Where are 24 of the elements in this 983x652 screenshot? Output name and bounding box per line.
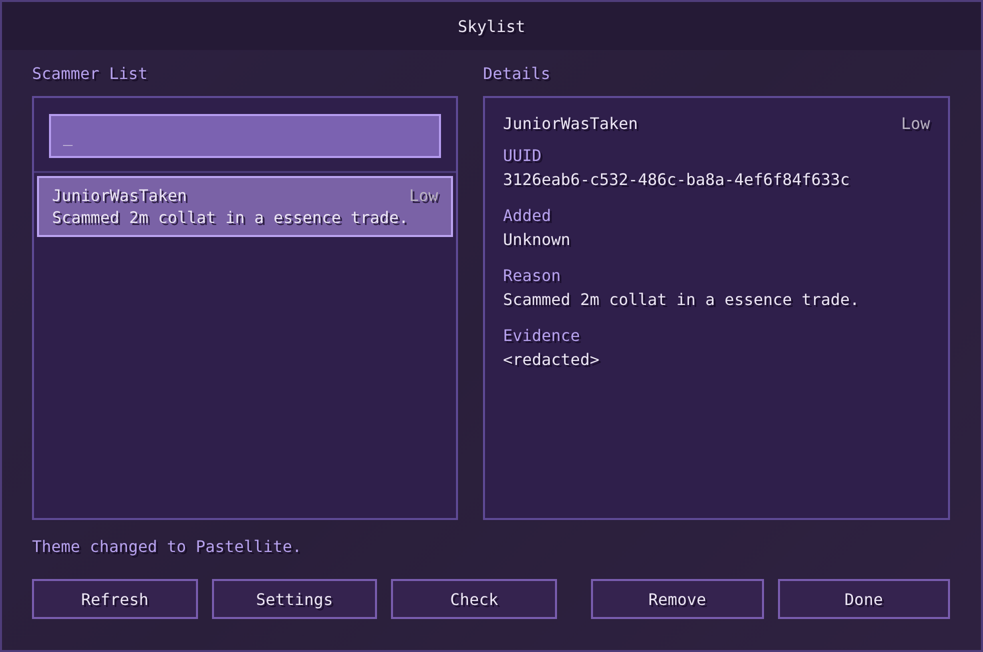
- list-item[interactable]: JuniorWasTaken Low Scammed 2m collat in a essence trade.: [37, 176, 453, 237]
- field-value: Unknown: [503, 229, 572, 251]
- item-name: JuniorWasTaken: [52, 185, 187, 207]
- action-button[interactable]: Done: [778, 579, 950, 619]
- detail-name: JuniorWasTaken: [503, 113, 638, 135]
- action-button[interactable]: Remove: [591, 579, 764, 619]
- field-value: 3126eab6-c532-486c-ba8a-4ef6f84f633c: [503, 169, 851, 191]
- item-reason: Scammed 2m collat in a essence trade.: [52, 207, 410, 229]
- field-value: <redacted>: [503, 349, 600, 371]
- action-button[interactable]: Settings: [212, 579, 378, 619]
- severity-label: Low: [409, 185, 438, 207]
- section-label: Scammer List: [32, 64, 148, 83]
- search-field[interactable]: _: [49, 114, 441, 158]
- field-value: Scammed 2m collat in a essence trade.: [503, 289, 860, 311]
- section-label: Details: [483, 64, 550, 83]
- status-message: Theme changed to Pastellite.: [32, 537, 302, 556]
- field-label: Evidence: [503, 325, 582, 347]
- window-title: Skylist: [458, 16, 526, 36]
- field-label: UUID: [503, 145, 543, 167]
- field-label: Added: [503, 205, 552, 227]
- field-label: Reason: [503, 265, 562, 287]
- severity-label: Low: [901, 113, 930, 135]
- action-button[interactable]: Check: [391, 579, 557, 619]
- action-button[interactable]: Refresh: [32, 579, 198, 619]
